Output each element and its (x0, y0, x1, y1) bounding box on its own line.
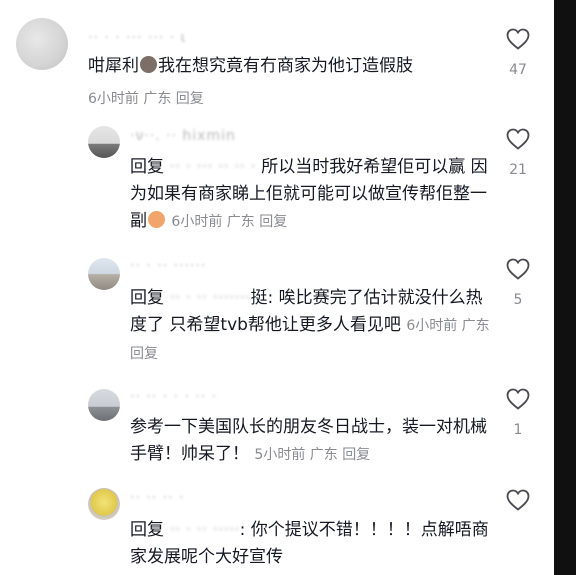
like-count: 5 (513, 292, 523, 308)
reply-keyword[interactable]: 回复 (130, 157, 164, 177)
heart-icon (506, 489, 530, 511)
like-button[interactable]: 47 (498, 28, 538, 78)
comment-meta[interactable]: 6小时前 广东 回复 (171, 214, 287, 230)
comment-username[interactable]: ·ν··. ·· hixmin (130, 128, 236, 144)
mention-link[interactable]: ·· · ·· ····· (169, 520, 239, 540)
reply-keyword[interactable]: 回复 (130, 288, 164, 308)
like-button[interactable]: 5 (498, 258, 538, 308)
comment-username[interactable]: ·· · · ··· ··· · ι (88, 30, 186, 46)
avatar[interactable] (88, 126, 120, 158)
screen-edge (554, 0, 576, 575)
comment-text-part: 我在想究竟有冇商家为他订造假肢 (158, 56, 413, 76)
reply-keyword[interactable]: 回复 (130, 520, 164, 540)
like-button[interactable]: 21 (498, 128, 538, 178)
comment-meta[interactable]: 5小时前 广东 回复 (254, 447, 370, 463)
crying-face-icon (148, 211, 165, 228)
heart-icon (506, 388, 530, 410)
comment-text: 咁犀利 我在想究竟有冇商家为他订造假肢 (88, 53, 488, 80)
heart-icon (506, 28, 530, 50)
comment-text: 回复 ·· · ·· ·····: 你个提议不错！！！！点解唔商家发展呢个大好宣… (130, 517, 490, 571)
like-button[interactable]: 1 (498, 388, 538, 438)
mention-link[interactable]: ·· · ·· ······· (169, 288, 250, 308)
avatar[interactable] (16, 18, 68, 70)
like-button[interactable] (498, 489, 538, 511)
avatar[interactable] (88, 389, 120, 421)
comment-meta[interactable]: 6小时前 广东 回复 (88, 88, 204, 108)
avatar[interactable] (88, 488, 120, 520)
comment-username[interactable]: ·· · ·· ······ (130, 258, 206, 274)
like-count: 1 (513, 422, 523, 438)
comment-text-part: 咁犀利 (88, 56, 139, 76)
comment-text: 参考一下美国队长的朋友冬日战士，装一对机械手臂！帅呆了！ 5小时前 广东 回复 (130, 414, 490, 469)
avatar[interactable] (88, 258, 120, 290)
dog-face-icon (140, 56, 157, 73)
like-count: 21 (509, 162, 527, 178)
like-count: 47 (509, 62, 527, 78)
comment-username[interactable]: ·· ·· ·· · (130, 490, 185, 506)
comment-text: 回复 ·· · ·· ·······挺: 唉比赛完了估计就没什么热度了 只希望t… (130, 285, 490, 368)
comment-username[interactable]: ·· ·· · · · ·· · (130, 389, 217, 405)
heart-icon (506, 258, 530, 280)
comment-text: 回复 ·· · ··· ·· ·· · 所以当时我好希望佢可以赢 因为如果有商家… (130, 154, 490, 236)
heart-icon (506, 128, 530, 150)
mention-link[interactable]: ·· · ··· ·· ·· · (169, 157, 255, 177)
